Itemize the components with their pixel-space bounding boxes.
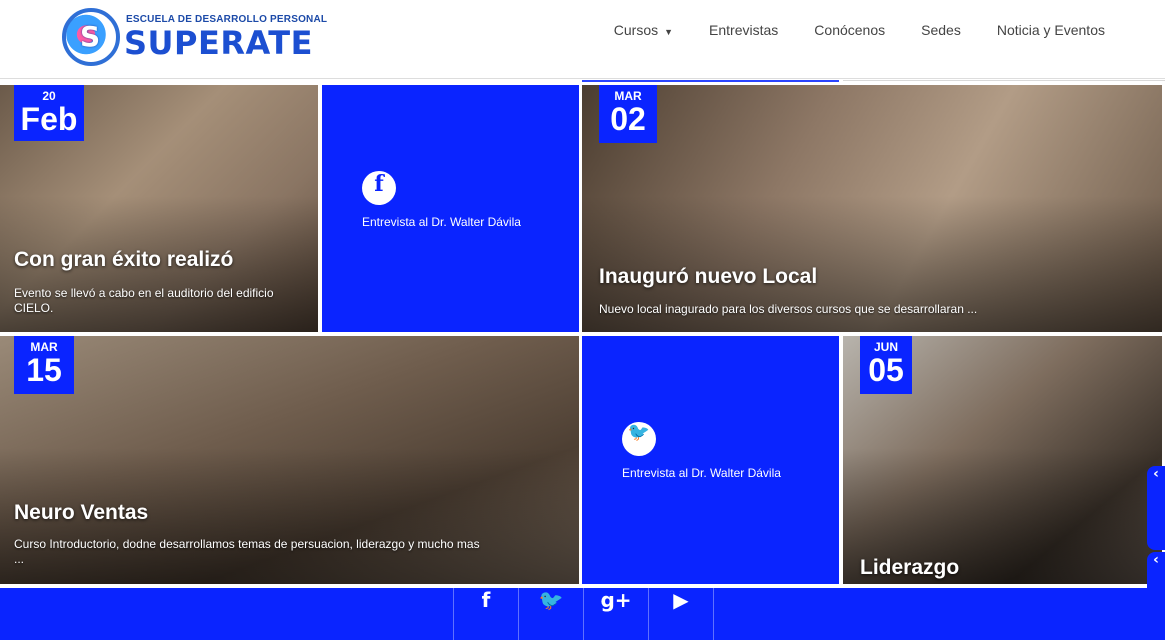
event-description: Evento se llevó a cabo en el auditorio d… <box>14 286 274 315</box>
event-description: Curso Introductorio, dodne desarrollamos… <box>14 537 480 566</box>
nav-entrevistas[interactable]: Entrevistas <box>709 22 778 38</box>
chevron-down-icon: ▼ <box>664 27 674 37</box>
social-tile-twitter[interactable]: 🐦 Entrevista al Dr. Walter Dávila <box>582 336 839 584</box>
youtube-icon[interactable]: ▶ <box>648 588 714 640</box>
twitter-icon[interactable]: 🐦 <box>518 588 583 640</box>
tile-top-border <box>843 80 1165 81</box>
date-badge: MAR 02 <box>599 85 657 143</box>
nav-cursos[interactable]: Cursos ▼ <box>614 22 673 38</box>
date-badge-bottom: Feb <box>20 101 78 137</box>
google-plus-icon[interactable]: g+ <box>583 588 648 640</box>
nav-noticia-eventos[interactable]: Noticia y Eventos <box>997 22 1105 38</box>
date-badge: MAR 15 <box>14 336 74 394</box>
site-footer: f 🐦 g+ ▶ <box>0 588 1165 640</box>
date-badge: 20 Feb <box>14 85 84 141</box>
nav-sedes[interactable]: Sedes <box>921 22 961 38</box>
event-tile-con-gran-exito[interactable]: 20 Feb Con gran éxito realizó Evento se … <box>0 85 318 332</box>
date-badge: JUN 05 <box>860 336 912 394</box>
logo-s-mark: S <box>80 20 101 53</box>
social-tile-facebook[interactable]: f Entrevista al Dr. Walter Dávila <box>322 85 579 332</box>
social-tile-text[interactable]: Entrevista al Dr. Walter Dávila <box>362 215 521 229</box>
nav-cursos-label: Cursos <box>613 22 659 38</box>
date-badge-day: 05 <box>868 352 904 388</box>
side-panel-toggle-button[interactable]: ‹ <box>1147 466 1165 550</box>
social-tile-text[interactable]: Entrevista al Dr. Walter Dávila <box>622 466 781 480</box>
tile-top-border <box>582 80 839 82</box>
site-logo[interactable]: S ESCUELA DE DESARROLLO PERSONAL SUPERAT… <box>62 8 327 66</box>
facebook-icon[interactable]: f <box>453 588 518 640</box>
date-badge-day: 15 <box>26 352 62 388</box>
chevron-left-icon: ‹ <box>1153 466 1159 482</box>
side-panel-toggle-button[interactable]: ‹ <box>1147 552 1165 636</box>
date-badge-day: 02 <box>610 101 646 137</box>
event-title[interactable]: Inauguró nuevo Local <box>599 265 817 289</box>
site-header: S ESCUELA DE DESARROLLO PERSONAL SUPERAT… <box>0 0 1165 79</box>
twitter-icon[interactable]: 🐦 <box>622 422 656 456</box>
event-title[interactable]: Liderazgo <box>860 556 959 580</box>
facebook-icon[interactable]: f <box>362 171 396 205</box>
nav-conocenos[interactable]: Conócenos <box>814 22 885 38</box>
event-tile-inauguro-local[interactable]: MAR 02 Inauguró nuevo Local Nuevo local … <box>582 85 1162 332</box>
chevron-left-icon: ‹ <box>1153 552 1159 568</box>
event-tile-liderazgo[interactable]: JUN 05 Liderazgo <box>843 336 1162 584</box>
event-title[interactable]: Con gran éxito realizó <box>14 248 233 272</box>
footer-social-icons: f 🐦 g+ ▶ <box>453 588 714 640</box>
event-tile-neuro-ventas[interactable]: MAR 15 Neuro Ventas Curso Introductorio,… <box>0 336 579 584</box>
main-nav: Cursos ▼ Entrevistas Conócenos Sedes Noti… <box>614 22 1105 38</box>
event-description: Nuevo local inagurado para los diversos … <box>599 302 978 316</box>
event-title[interactable]: Neuro Ventas <box>14 501 148 525</box>
logo-brand: SUPERATE <box>124 24 313 62</box>
